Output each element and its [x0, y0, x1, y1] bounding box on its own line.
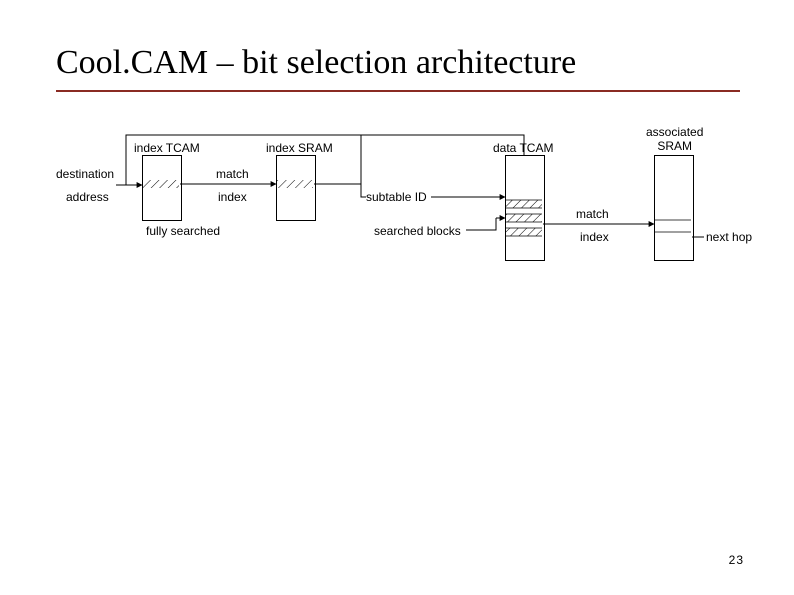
diagram-svg: [66, 120, 766, 320]
slide: Cool.CAM – bit selection architecture de…: [0, 0, 794, 595]
title-underline: [56, 90, 740, 92]
architecture-diagram: destination address index TCAM index SRA…: [66, 120, 766, 320]
page-number: 23: [729, 553, 744, 567]
page-title: Cool.CAM – bit selection architecture: [56, 44, 576, 82]
